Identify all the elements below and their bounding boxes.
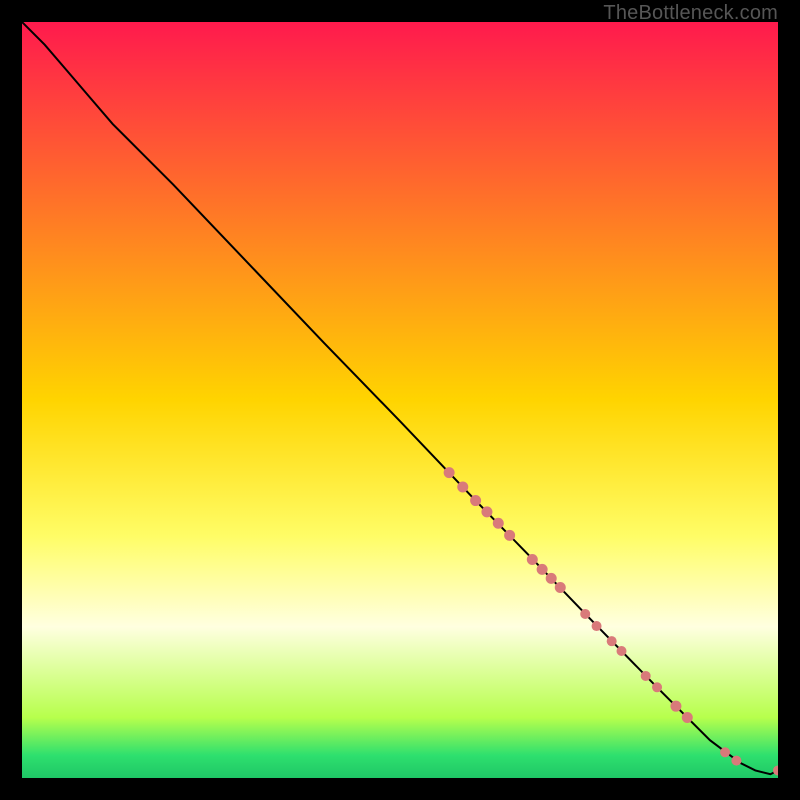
chart-point	[607, 636, 617, 646]
bottleneck-chart	[22, 22, 778, 778]
chart-point	[444, 467, 455, 478]
chart-point	[546, 573, 557, 584]
chart-point	[641, 671, 651, 681]
chart-point	[720, 747, 730, 757]
chart-point	[592, 621, 602, 631]
chart-stage: TheBottleneck.com	[0, 0, 800, 800]
chart-point	[580, 609, 590, 619]
chart-background	[22, 22, 778, 778]
chart-point	[527, 554, 538, 565]
chart-point	[537, 564, 548, 575]
chart-point	[731, 756, 741, 766]
chart-point	[617, 646, 627, 656]
chart-point	[652, 682, 662, 692]
chart-point	[470, 495, 481, 506]
chart-point	[504, 530, 515, 541]
chart-point	[481, 506, 492, 517]
chart-point	[457, 481, 468, 492]
chart-point	[493, 518, 504, 529]
chart-point	[670, 701, 681, 712]
chart-point	[682, 712, 693, 723]
chart-point	[555, 582, 566, 593]
